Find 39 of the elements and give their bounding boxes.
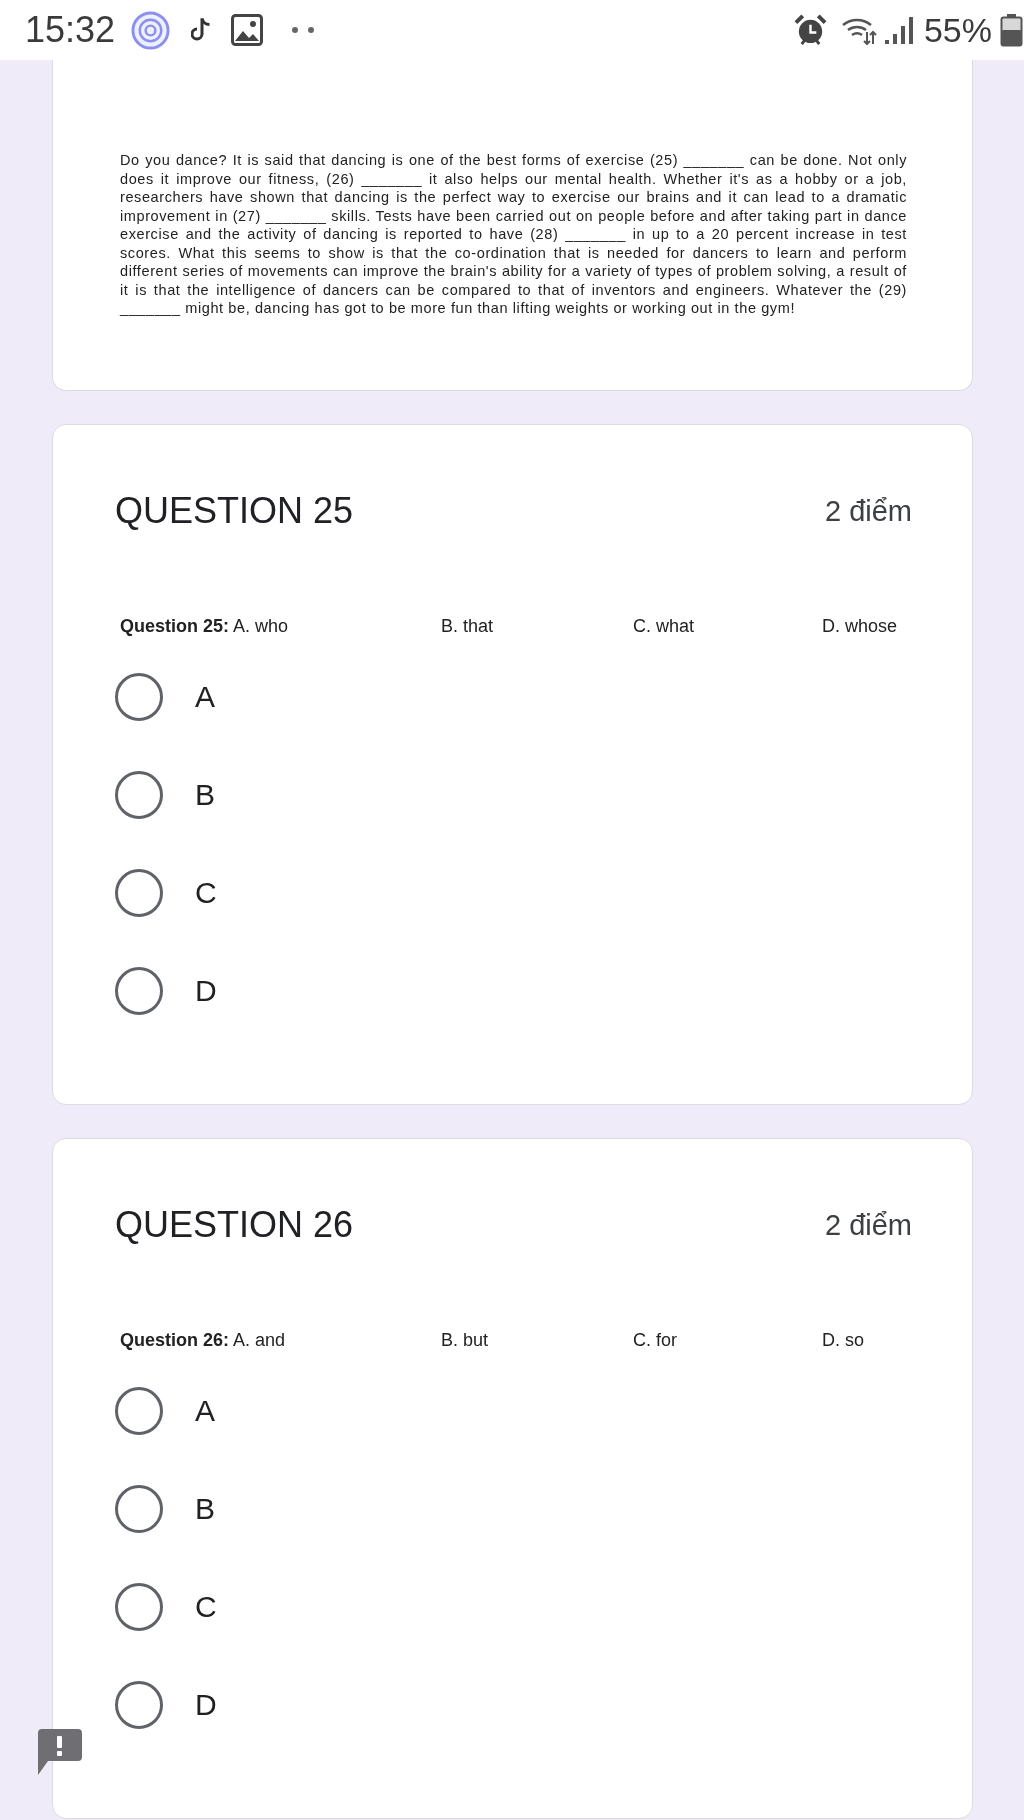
choice-text: Question 26: A. and xyxy=(120,1328,286,1351)
clock-time: 15:32 xyxy=(25,9,116,51)
passage-text: Do you dance? It is said that dancing is one of the best forms of exercise (25) _______ can be done. Not only does it improve our fitness, (26) _______ it also helps our mental health. Whether it's as a hobby or a job, researchers have shown that dancing is the perfect way to exercise our brains and it can lead to a dramatic improvement in (27) _______ skills. Tests have been carried out on people before and after taking part in dance exercise and the activity of dancing is reported to have (28) _______ in up to a 20 percent increase in test scores. What this seems to show is that the co-ordination that is needed for dancers to learn and perform different series of movements can improve the brain's ability for a variety of types of problem solving, a result of it is that the intelligence of dancers can be compared to that of inventors and engineers. Whatever the (29) _______ might be, dancing has got to be more fun than lifting weights or working out in the gym! xyxy=(120,151,907,318)
choice-text: B. that xyxy=(441,614,494,637)
concentric-ring-icon xyxy=(131,10,171,50)
option-label: B xyxy=(195,776,215,813)
option-label: D xyxy=(195,1686,217,1723)
radio-button[interactable] xyxy=(115,1484,163,1533)
question-title: QUESTION 26 xyxy=(115,1203,354,1246)
radio-button[interactable] xyxy=(115,966,163,1015)
choice-text: C. for xyxy=(633,1328,677,1351)
points-label: 2 điểm xyxy=(824,493,912,528)
signal-icon xyxy=(883,15,914,45)
more-dots-icon xyxy=(291,26,316,34)
option-label: D xyxy=(195,972,217,1009)
choice-text: B. but xyxy=(441,1328,489,1351)
alarm-clock-icon xyxy=(793,13,827,47)
option-label: B xyxy=(195,1490,215,1527)
choice-text: D. so xyxy=(822,1328,864,1351)
battery-percentage: 55% xyxy=(923,10,992,50)
choice-text: C. what xyxy=(633,614,695,637)
option-label: A xyxy=(195,678,215,715)
option-label: C xyxy=(195,1588,217,1625)
battery-icon xyxy=(1000,13,1023,47)
radio-button[interactable] xyxy=(115,1680,163,1729)
radio-button[interactable] xyxy=(115,672,163,721)
radio-button[interactable] xyxy=(115,1386,163,1435)
choice-text: Question 25: A. who xyxy=(120,614,289,637)
music-note-icon xyxy=(191,17,212,43)
choice-text: D. whose xyxy=(822,614,898,637)
image-icon xyxy=(231,14,264,46)
points-label: 2 điểm xyxy=(824,1207,912,1242)
option-label: C xyxy=(195,874,217,911)
question-title: QUESTION 25 xyxy=(115,489,354,532)
radio-button[interactable] xyxy=(115,868,163,917)
alert-bubble-icon[interactable] xyxy=(35,1727,85,1777)
option-label: A xyxy=(195,1392,215,1429)
radio-button[interactable] xyxy=(115,1582,163,1631)
radio-button[interactable] xyxy=(115,770,163,819)
